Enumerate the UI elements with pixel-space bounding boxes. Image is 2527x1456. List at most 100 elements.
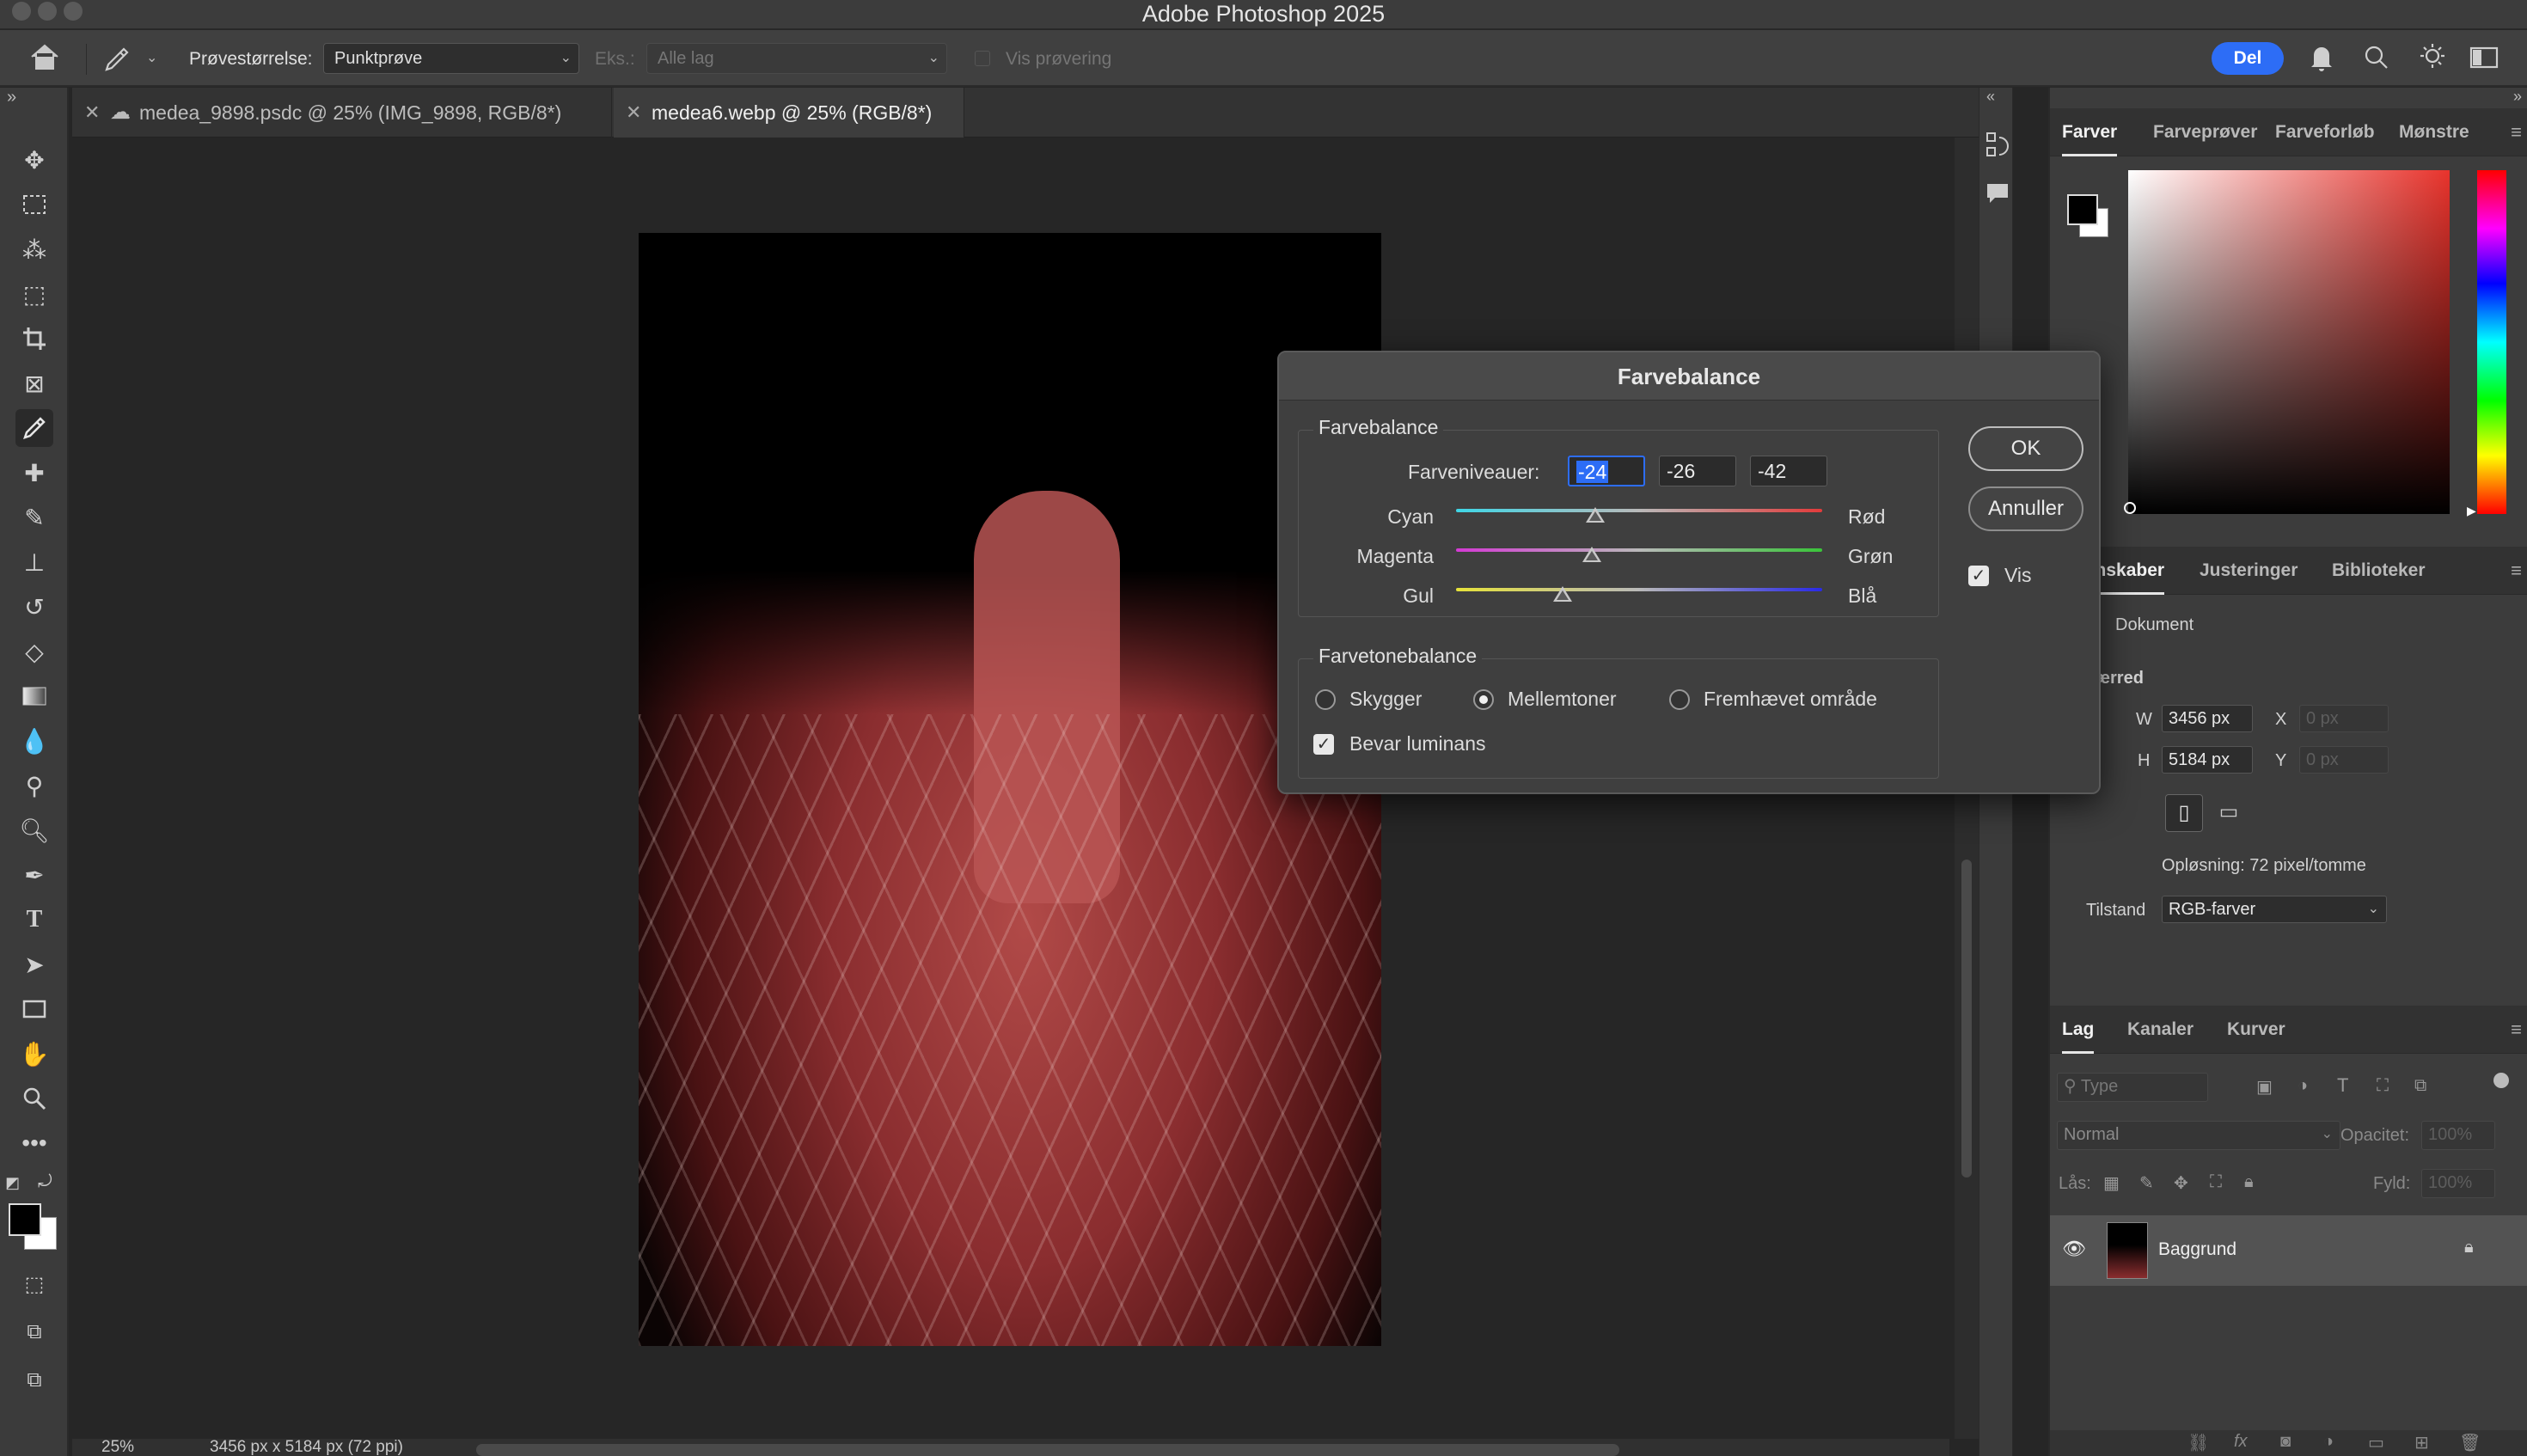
dodge-tool-icon[interactable]: ⚲ [15, 767, 53, 804]
quick-mask-icon[interactable]: ⬚ [15, 1265, 53, 1303]
add-mask-icon[interactable]: ◙ [2280, 1432, 2291, 1452]
filter-smart-object-icon[interactable]: ⧉ [2414, 1076, 2426, 1096]
horizontal-scrollbar[interactable] [476, 1444, 1619, 1456]
pen-tool-icon[interactable]: ✒ [15, 856, 53, 894]
preserve-luminosity-checkbox[interactable]: ✓ [1313, 734, 1334, 755]
tab-lag[interactable]: Lag [2062, 1006, 2095, 1054]
color-picker-cursor[interactable] [2124, 502, 2136, 514]
fx-icon[interactable]: fx [2234, 1432, 2248, 1452]
layer-name[interactable]: Baggrund [2158, 1239, 2236, 1260]
yellow-blue-slider-track[interactable] [1456, 588, 1822, 591]
cyan-red-slider-track[interactable] [1456, 509, 1822, 512]
blur-tool-icon[interactable]: 💧 [15, 722, 53, 760]
comments-panel-icon[interactable] [1985, 180, 2010, 211]
foreground-color-swatch[interactable] [9, 1203, 41, 1236]
blend-mode-select[interactable]: Normal ⌄ [2057, 1121, 2340, 1150]
search-icon[interactable] [2362, 42, 2391, 78]
brush-tool-icon[interactable]: ✎ [15, 499, 53, 536]
filter-adjustment-layer-icon[interactable]: ◑ [2298, 1076, 2308, 1096]
rectangular-marquee-tool-icon[interactable] [15, 186, 53, 223]
tab-kurver[interactable]: Kurver [2227, 1006, 2285, 1054]
expand-toolbar-icon[interactable]: » [7, 88, 16, 107]
type-tool-icon[interactable]: T [15, 901, 53, 939]
hue-slider-handle[interactable]: ▶ [2467, 504, 2476, 518]
group-folder-icon[interactable]: ▭ [2368, 1432, 2384, 1453]
filter-shape-layer-icon[interactable]: ⛶ [2377, 1076, 2389, 1096]
zoom-dodge-tool-icon[interactable]: 🔍︎ [15, 811, 53, 849]
y-field[interactable]: 0 px [2299, 746, 2389, 774]
new-layer-icon[interactable]: ⊞ [2414, 1432, 2429, 1453]
panel-menu-icon[interactable]: ≡ [2511, 1006, 2522, 1054]
highlights-radio[interactable] [1669, 689, 1690, 710]
tab-medea6[interactable]: ✕ medea6.webp @ 25% (RGB/8*) [614, 88, 964, 138]
panel-menu-icon[interactable]: ≡ [2511, 547, 2522, 595]
yellow-blue-slider-handle[interactable] [1552, 586, 1572, 602]
tab-farveprover[interactable]: Farveprøver [2153, 108, 2257, 156]
mode-select[interactable]: RGB-farver ⌄ [2162, 896, 2387, 923]
trash-icon[interactable]: 🗑︎ [2459, 1432, 2481, 1453]
color-level-2-field[interactable]: -26 [1659, 456, 1736, 486]
more-tools-icon[interactable]: ••• [15, 1124, 53, 1162]
expand-panels-icon[interactable]: » [2513, 88, 2522, 106]
height-field[interactable]: 5184 px [2162, 746, 2253, 774]
lock-artboard-icon[interactable]: ⛶ [2210, 1172, 2222, 1192]
tab-kanaler[interactable]: Kanaler [2127, 1006, 2194, 1054]
shadows-radio[interactable] [1315, 689, 1336, 710]
object-selection-tool-icon[interactable]: ⁂ [15, 230, 53, 268]
cancel-button[interactable]: Annuller [1968, 486, 2083, 531]
x-field[interactable]: 0 px [2299, 705, 2389, 732]
generative-fill-icon[interactable]: ⧉ [15, 1361, 53, 1399]
magenta-green-slider-handle[interactable] [1582, 547, 1601, 562]
tab-farver[interactable]: Farver [2062, 108, 2118, 156]
cyan-red-slider-handle[interactable] [1585, 507, 1605, 523]
clone-stamp-tool-icon[interactable]: ⊥ [15, 543, 53, 581]
tool-preset-chevron-icon[interactable]: ⌄ [146, 49, 157, 66]
lock-transparent-icon[interactable]: ▦ [2103, 1172, 2120, 1194]
portrait-orientation-icon[interactable]: ▯ [2165, 794, 2203, 832]
sample-size-select[interactable]: Punktprøve ⌄ [323, 43, 579, 74]
filter-pixel-layer-icon[interactable]: ▣ [2256, 1076, 2273, 1098]
default-colors-icon[interactable]: ◩ [5, 1174, 20, 1192]
tab-monstre[interactable]: Mønstre [2399, 108, 2469, 156]
layer-row-baggrund[interactable]: 👁︎ Baggrund 🔒︎ [2050, 1215, 2527, 1286]
opacity-field[interactable]: 100% [2421, 1121, 2495, 1150]
tab-farveforlob[interactable]: Farveforløb [2275, 108, 2375, 156]
swap-colors-icon[interactable]: ⤾ [38, 1172, 52, 1192]
color-foreground-swatch[interactable] [2067, 194, 2098, 225]
scrollbar-thumb[interactable] [1961, 860, 1972, 1178]
healing-brush-tool-icon[interactable]: ✚ [15, 454, 53, 492]
history-panel-icon[interactable] [1985, 131, 2010, 166]
lock-all-icon[interactable]: 🔒︎ [2244, 1172, 2254, 1192]
tab-medea-9898[interactable]: ✕ ☁ medea_9898.psdc @ 25% (IMG_9898, RGB… [72, 88, 612, 138]
color-level-1-field[interactable]: -24 [1568, 456, 1645, 486]
zoom-level[interactable]: 25% [101, 1439, 134, 1456]
collapse-panels-icon[interactable]: « [1986, 88, 1995, 106]
ok-button[interactable]: OK [1968, 426, 2083, 471]
show-sampling-checkbox[interactable] [975, 51, 990, 66]
tab-biblioteker[interactable]: Biblioteker [2332, 547, 2426, 595]
eyedropper-tool-icon[interactable] [15, 409, 53, 447]
history-brush-tool-icon[interactable]: ↺ [15, 588, 53, 626]
hand-tool-icon[interactable]: ✋ [15, 1035, 53, 1073]
color-picker-field[interactable] [2128, 170, 2450, 514]
link-layers-icon[interactable]: ⛓ [2187, 1432, 2209, 1453]
lock-position-icon[interactable]: ✥ [2174, 1172, 2188, 1194]
preview-checkbox[interactable]: ✓ [1968, 566, 1989, 586]
color-level-3-field[interactable]: -42 [1750, 456, 1827, 486]
close-tab-icon[interactable]: ✕ [84, 88, 100, 138]
quick-selection-tool-icon[interactable]: ⬚ [15, 275, 53, 313]
lock-image-icon[interactable]: ✎ [2139, 1172, 2154, 1194]
width-field[interactable]: 3456 px [2162, 705, 2253, 732]
adjustment-layer-icon[interactable]: ◑ [2323, 1432, 2334, 1452]
visibility-eye-icon[interactable]: 👁︎ [2062, 1238, 2086, 1260]
sample-layers-select[interactable]: Alle lag ⌄ [646, 43, 947, 74]
workspace-icon[interactable] [2469, 44, 2499, 76]
zoom-tool-icon[interactable] [15, 1080, 53, 1117]
layer-filter-field[interactable]: ⚲ Type [2057, 1073, 2208, 1102]
document-image[interactable] [639, 233, 1381, 1346]
share-button[interactable]: Del [2212, 42, 2284, 75]
midtones-radio[interactable] [1473, 689, 1494, 710]
eyedropper-tool-icon[interactable] [101, 44, 132, 78]
close-tab-icon[interactable]: ✕ [626, 88, 641, 138]
home-icon[interactable] [29, 42, 60, 76]
